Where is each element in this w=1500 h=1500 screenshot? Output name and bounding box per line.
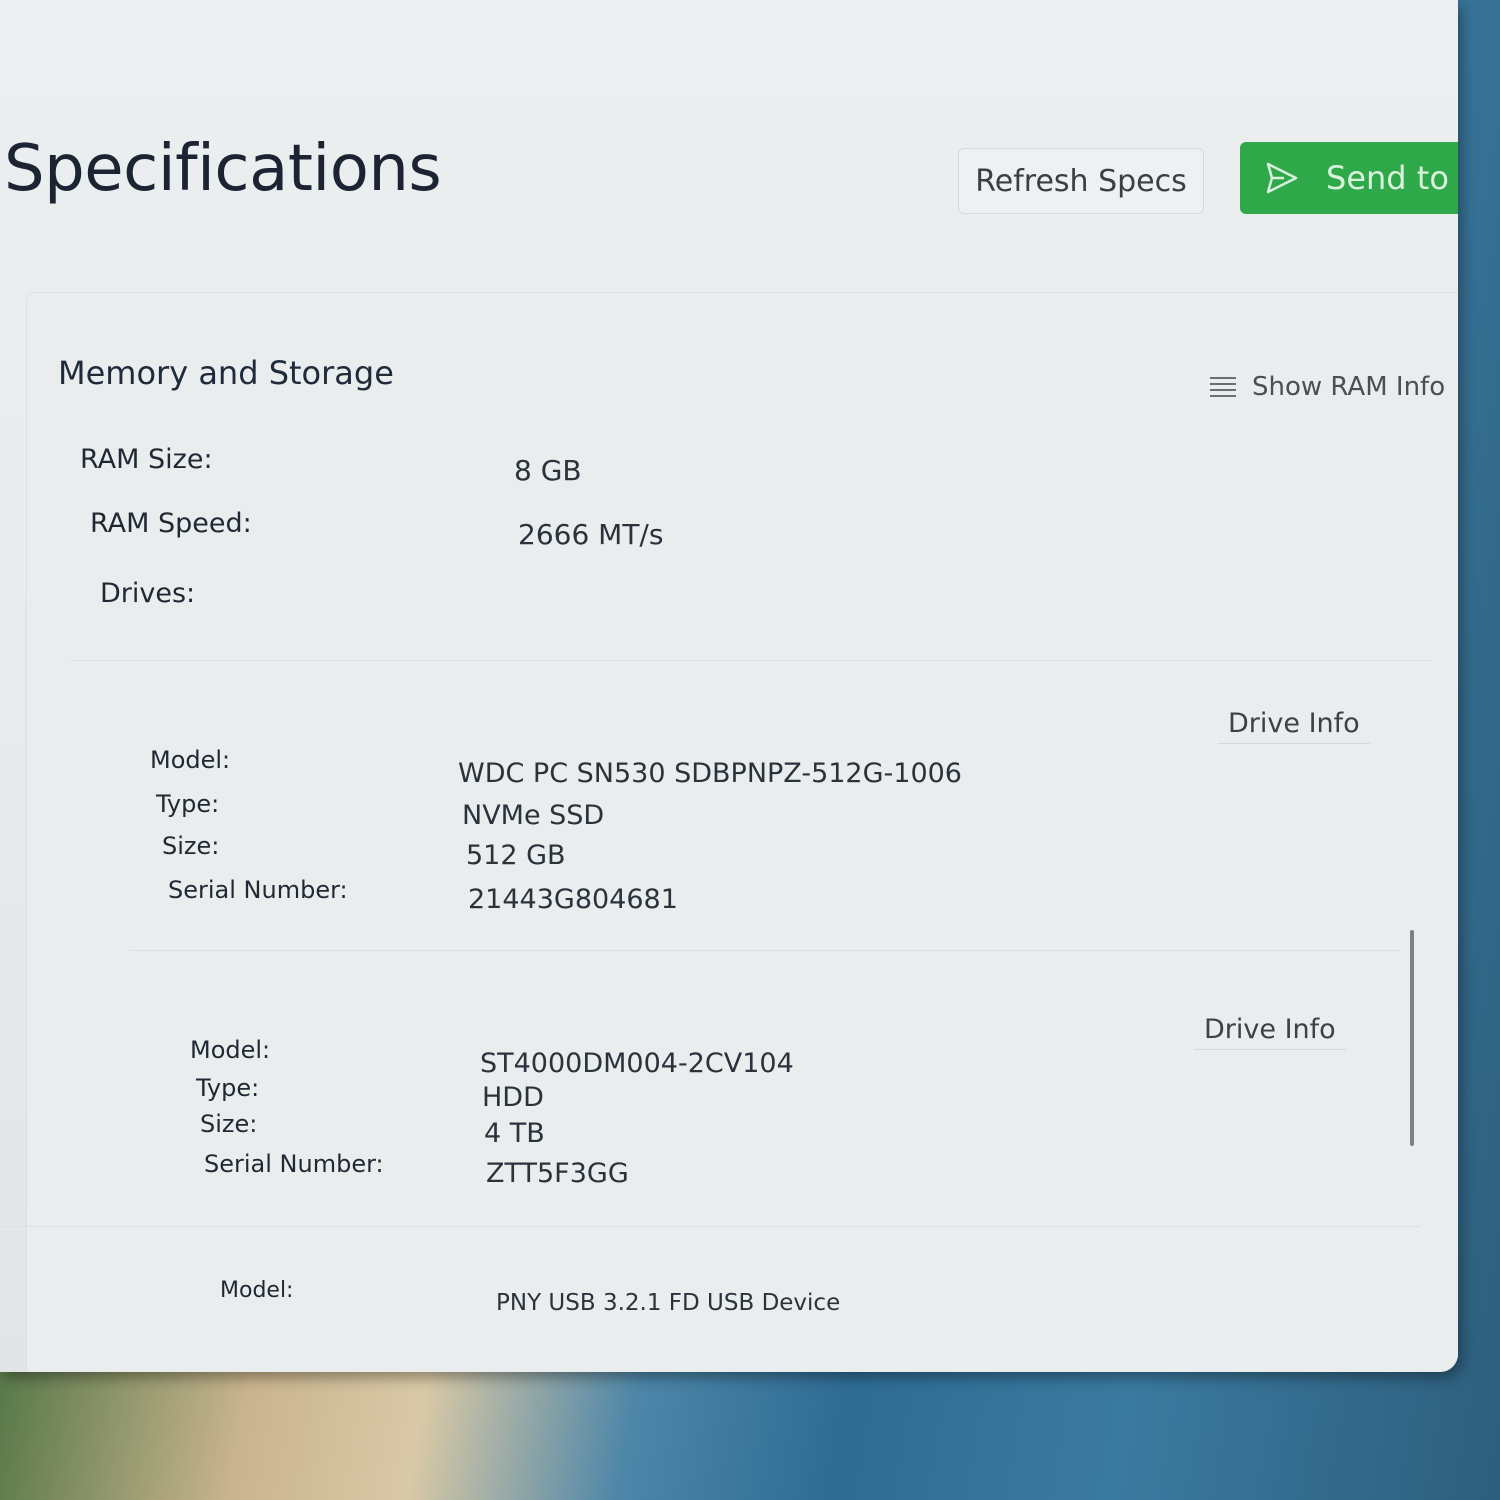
- drive-type-label: Type:: [156, 790, 220, 818]
- drive-serial-label: Serial Number:: [168, 876, 348, 904]
- drive-size-value: 512 GB: [466, 840, 566, 871]
- vertical-scrollbar[interactable]: [1410, 930, 1414, 1146]
- drive-model-label: Model:: [190, 1036, 271, 1064]
- refresh-specs-button[interactable]: Refresh Specs: [958, 148, 1204, 214]
- drive-type-label: Type:: [196, 1074, 260, 1102]
- drive-info-button[interactable]: Drive Info: [1194, 1010, 1346, 1050]
- drive-size-value: 4 TB: [484, 1118, 545, 1149]
- ram-speed-value: 2666 MT/s: [518, 518, 664, 551]
- drive-model-value: PNY USB 3.2.1 FD USB Device: [496, 1290, 841, 1316]
- drive-divider: [130, 950, 1400, 951]
- drive-type-value: HDD: [482, 1082, 544, 1113]
- specifications-window: Specifications Refresh Specs Send to PO …: [0, 0, 1458, 1372]
- ram-speed-label: RAM Speed:: [90, 508, 252, 539]
- drive-model-value: WDC PC SN530 SDBPNPZ-512G-1006: [458, 758, 962, 789]
- memory-storage-card: [26, 292, 1458, 1372]
- list-icon: [1210, 377, 1236, 397]
- ram-size-value: 8 GB: [514, 454, 582, 487]
- drive-model-value: ST4000DM004-2CV104: [480, 1048, 794, 1079]
- ram-size-label: RAM Size:: [80, 444, 213, 475]
- drive-model-label: Model:: [220, 1278, 294, 1303]
- drive-size-label: Size:: [162, 832, 220, 860]
- page-title: Specifications: [4, 132, 442, 206]
- show-ram-info-label: Show RAM Info: [1252, 372, 1446, 402]
- send-icon: [1266, 162, 1298, 194]
- drive-serial-label: Serial Number:: [204, 1150, 384, 1178]
- section-title: Memory and Storage: [58, 354, 394, 392]
- drive-model-label: Model:: [150, 746, 231, 774]
- drive-serial-value: ZTT5F3GG: [486, 1158, 629, 1189]
- send-to-po-label: Send to PO: [1326, 159, 1458, 197]
- drive-info-button[interactable]: Drive Info: [1218, 704, 1370, 744]
- drives-label: Drives:: [100, 578, 196, 609]
- show-ram-info-button[interactable]: Show RAM Info: [1208, 372, 1445, 402]
- drive-size-label: Size:: [200, 1110, 258, 1138]
- drive-type-value: NVMe SSD: [462, 800, 605, 831]
- send-to-po-button[interactable]: Send to PO: [1240, 142, 1458, 214]
- drive-divider: [70, 660, 1430, 661]
- drive-divider: [0, 1226, 1420, 1227]
- drive-serial-value: 21443G804681: [468, 884, 678, 915]
